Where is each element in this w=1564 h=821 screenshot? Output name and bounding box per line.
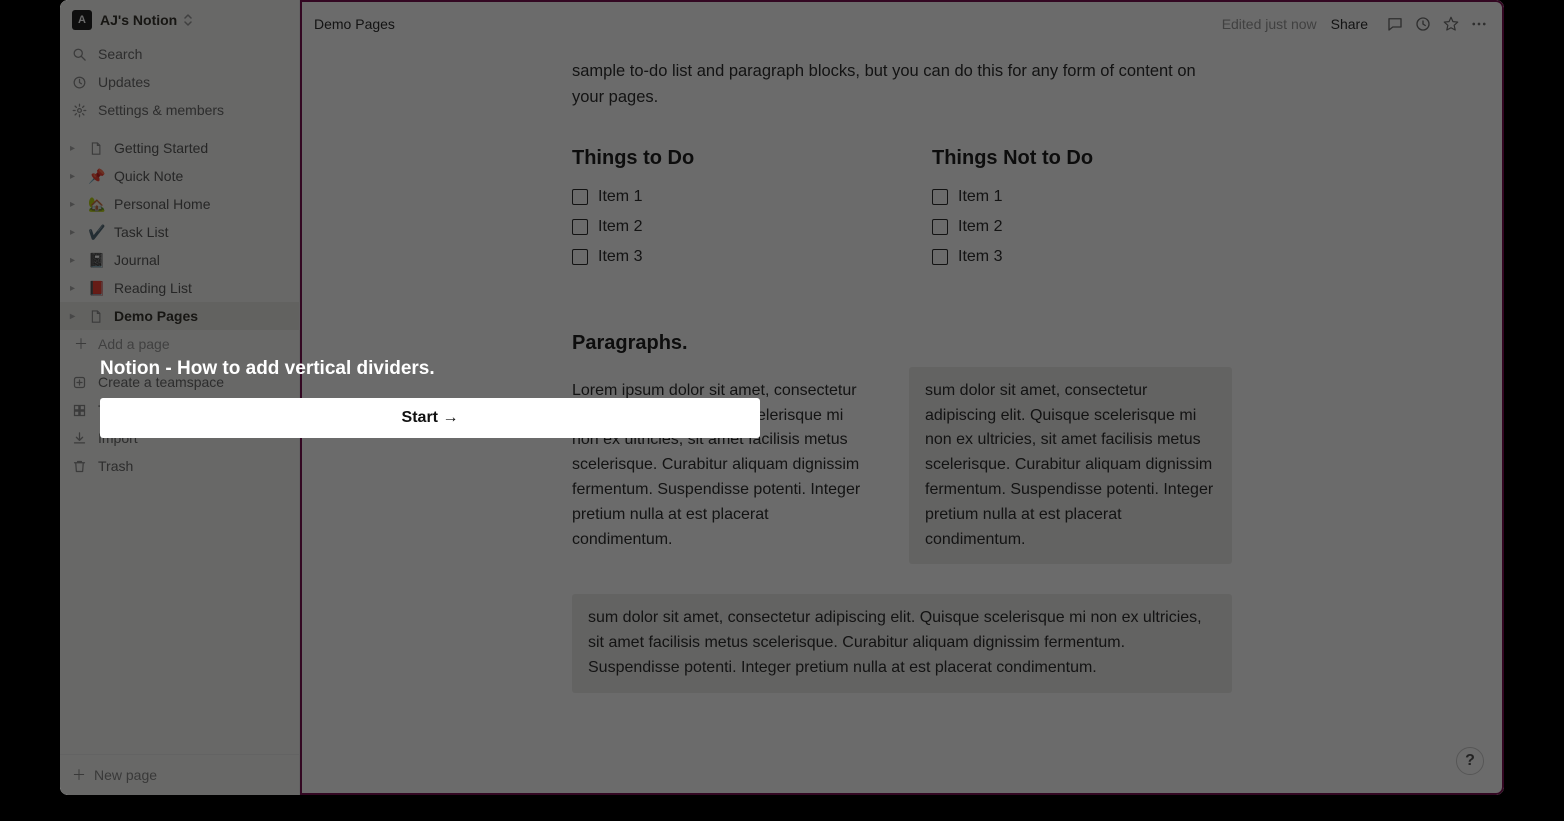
plus-icon: ＋ (72, 765, 86, 785)
col-right-title: Things Not to Do (932, 147, 1232, 170)
edited-status: Edited just now (1222, 16, 1317, 32)
gear-icon (72, 103, 90, 118)
sidebar-add-page-label: Add a page (98, 336, 170, 352)
todo-label: Item 3 (598, 248, 642, 266)
sidebar-search-label: Search (98, 46, 142, 62)
comments-icon[interactable] (1384, 13, 1406, 35)
todo-item[interactable]: Item 1 (932, 182, 1232, 212)
sidebar-trash-label: Trash (98, 458, 133, 474)
chevron-right-icon[interactable]: ▸ (70, 143, 80, 154)
intro-paragraph: sample to-do list and paragraph blocks, … (572, 58, 1232, 111)
page-doc-icon (88, 141, 106, 156)
topbar: Demo Pages Edited just now Share (302, 2, 1502, 46)
checkbox-icon[interactable] (932, 189, 948, 205)
sidebar-page-item[interactable]: ▸ ✔️ Task List (60, 218, 299, 246)
search-icon (72, 47, 90, 62)
checkbox-icon[interactable] (932, 219, 948, 235)
checkbox-icon[interactable] (572, 219, 588, 235)
sidebar-updates[interactable]: Updates (60, 68, 299, 96)
paragraph-full[interactable]: sum dolor sit amet, consectetur adipisci… (572, 594, 1232, 692)
sidebar-page-label: Personal Home (114, 196, 211, 212)
chevron-right-icon[interactable]: ▸ (70, 199, 80, 210)
breadcrumb[interactable]: Demo Pages (314, 16, 395, 32)
templates-icon (72, 403, 90, 418)
page-emoji-icon: 🏡 (88, 196, 106, 213)
sidebar-new-page-bottom[interactable]: ＋ New page (60, 754, 299, 795)
page-emoji-icon: 📌 (88, 168, 106, 185)
star-icon[interactable] (1440, 13, 1462, 35)
share-button[interactable]: Share (1331, 16, 1368, 32)
sidebar-page-label: Getting Started (114, 140, 208, 156)
new-page-label: New page (94, 767, 157, 783)
sidebar-page-label: Task List (114, 224, 168, 240)
sidebar-page-item[interactable]: ▸ 📓 Journal (60, 246, 299, 274)
sidebar-page-item[interactable]: ▸ 📕 Reading List (60, 274, 299, 302)
sidebar-updates-label: Updates (98, 74, 150, 90)
sidebar-settings[interactable]: Settings & members (60, 96, 299, 124)
workspace-name: AJ's Notion (100, 12, 177, 28)
todo-item[interactable]: Item 2 (932, 212, 1232, 242)
todo-label: Item 1 (598, 188, 642, 206)
plus-icon: ＋ (72, 334, 90, 354)
checkbox-icon[interactable] (572, 189, 588, 205)
history-icon[interactable] (1412, 13, 1434, 35)
sidebar-page-label: Journal (114, 252, 160, 268)
trash-icon (72, 459, 90, 474)
todo-item[interactable]: Item 2 (572, 212, 872, 242)
import-icon (72, 431, 90, 446)
help-button[interactable]: ? (1456, 747, 1484, 775)
start-button[interactable]: Start → (100, 398, 760, 438)
checkbox-icon[interactable] (932, 249, 948, 265)
todo-label: Item 2 (958, 218, 1002, 236)
sidebar-page-item[interactable]: ▸ 🏡 Personal Home (60, 190, 299, 218)
paragraph-right[interactable]: sum dolor sit amet, consectetur adipisci… (909, 367, 1232, 565)
checkbox-icon[interactable] (572, 249, 588, 265)
paragraphs-heading: Paragraphs. (572, 332, 1232, 355)
chevron-updown-icon (183, 14, 193, 26)
sidebar-search[interactable]: Search (60, 40, 299, 68)
chevron-right-icon[interactable]: ▸ (70, 283, 80, 294)
page-emoji-icon: 📓 (88, 252, 106, 269)
chevron-right-icon[interactable]: ▸ (70, 311, 80, 322)
more-icon[interactable] (1468, 13, 1490, 35)
teamspace-icon (72, 375, 90, 390)
sidebar-page-label: Demo Pages (114, 308, 198, 324)
col-left-title: Things to Do (572, 147, 872, 170)
tutorial-title: Notion - How to add vertical dividers. (100, 358, 760, 380)
page-doc-icon (88, 309, 106, 324)
sidebar-page-label: Quick Note (114, 168, 183, 184)
workspace-icon: A (72, 10, 92, 30)
tutorial-overlay: Notion - How to add vertical dividers. S… (100, 358, 760, 438)
sidebar-page-item[interactable]: ▸ Demo Pages (60, 302, 299, 330)
sidebar-settings-label: Settings & members (98, 102, 224, 118)
page-emoji-icon: 📕 (88, 280, 106, 297)
todo-label: Item 1 (958, 188, 1002, 206)
clock-icon (72, 75, 90, 90)
todo-label: Item 2 (598, 218, 642, 236)
sidebar-page-item[interactable]: ▸ Getting Started (60, 134, 299, 162)
todo-item[interactable]: Item 1 (572, 182, 872, 212)
chevron-right-icon[interactable]: ▸ (70, 171, 80, 182)
sidebar-page-item[interactable]: ▸ 📌 Quick Note (60, 162, 299, 190)
chevron-right-icon[interactable]: ▸ (70, 227, 80, 238)
todo-item[interactable]: Item 3 (572, 242, 872, 272)
chevron-right-icon[interactable]: ▸ (70, 255, 80, 266)
sidebar-add-page[interactable]: ＋ Add a page (60, 330, 299, 358)
workspace-switcher[interactable]: A AJ's Notion (60, 0, 299, 40)
sidebar-trash[interactable]: Trash (60, 452, 299, 480)
todo-label: Item 3 (958, 248, 1002, 266)
page-emoji-icon: ✔️ (88, 224, 106, 241)
todo-item[interactable]: Item 3 (932, 242, 1232, 272)
sidebar-page-label: Reading List (114, 280, 192, 296)
